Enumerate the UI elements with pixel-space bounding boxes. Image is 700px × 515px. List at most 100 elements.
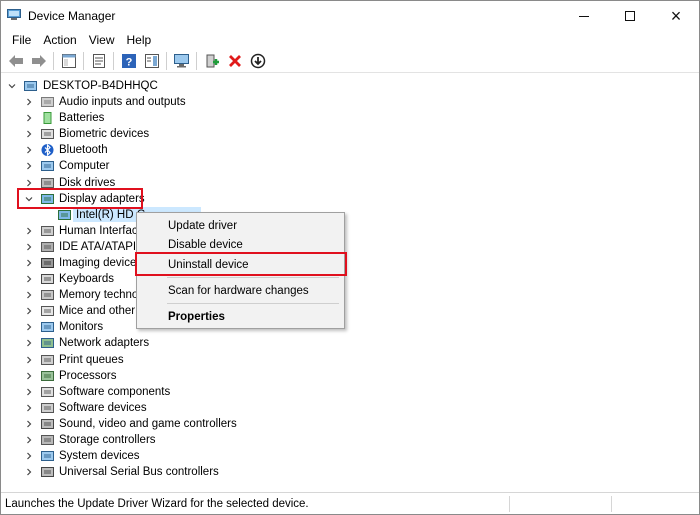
- update-driver-button[interactable]: [247, 51, 268, 71]
- tree-item-label: DESKTOP-B4DHHQC: [43, 80, 158, 92]
- help-button[interactable]: ?: [118, 51, 139, 71]
- monitor-icon: [41, 322, 54, 332]
- camera-icon: [41, 258, 54, 268]
- menu-disable-device[interactable]: Disable device: [168, 238, 243, 252]
- chevron-right-icon[interactable]: [24, 352, 34, 368]
- memory-icon: [41, 290, 54, 300]
- tree-item-universal-serial-bus-controllers[interactable]: Universal Serial Bus controllers: [1, 464, 691, 480]
- chevron-right-icon[interactable]: [24, 335, 34, 351]
- chevron-right-icon[interactable]: [24, 319, 34, 335]
- chevron-right-icon[interactable]: [24, 142, 34, 158]
- tree-item-label: Software devices: [59, 402, 147, 414]
- chevron-right-icon[interactable]: [24, 464, 34, 480]
- tree-item-network-adapters[interactable]: Network adapters: [1, 335, 691, 351]
- tree-item-batteries[interactable]: Batteries: [1, 110, 691, 126]
- chevron-right-icon[interactable]: [24, 303, 34, 319]
- tree-item-human-interface[interactable]: Human Interface: [1, 223, 691, 239]
- chevron-right-icon[interactable]: [24, 384, 34, 400]
- properties-panel-button[interactable]: [58, 51, 79, 71]
- chevron-right-icon[interactable]: [24, 110, 34, 126]
- uninstall-x-icon: [228, 54, 241, 67]
- menu-action[interactable]: Action: [37, 31, 82, 49]
- minimize-button[interactable]: [561, 1, 607, 31]
- chevron-right-icon[interactable]: [24, 94, 34, 110]
- mouse-icon: [41, 306, 54, 316]
- scan-hardware-button[interactable]: [171, 51, 192, 71]
- system-device-icon: [41, 451, 54, 461]
- tree-item-mice-and-other-p[interactable]: Mice and other p: [1, 303, 691, 319]
- tree-item-sound-video-and-game-controllers[interactable]: Sound, video and game controllers: [1, 416, 691, 432]
- display-adapters-highlight: [17, 188, 143, 209]
- chevron-right-icon[interactable]: [24, 432, 34, 448]
- svg-text:?: ?: [125, 56, 132, 68]
- tree-item-computer[interactable]: Computer: [1, 158, 691, 174]
- chevron-down-icon[interactable]: [7, 78, 17, 94]
- chevron-right-icon[interactable]: [24, 368, 34, 384]
- tree-item-label: Memory techno: [59, 289, 139, 301]
- ide-controller-icon: [41, 242, 54, 252]
- status-bar: Launches the Update Driver Wizard for th…: [1, 492, 699, 514]
- root-computer-icon: [24, 81, 37, 91]
- chevron-right-icon[interactable]: [24, 158, 34, 174]
- tree-item-label: Mice and other p: [59, 305, 145, 317]
- uninstall-device-highlight: [135, 252, 347, 276]
- tree-item-audio-inputs-and-outputs[interactable]: Audio inputs and outputs: [1, 94, 691, 110]
- tree-item-label: Sound, video and game controllers: [59, 418, 237, 430]
- forward-button[interactable]: [28, 51, 49, 71]
- tree-item-label: Biometric devices: [59, 128, 150, 140]
- tree-item-software-components[interactable]: Software components: [1, 384, 691, 400]
- chevron-right-icon[interactable]: [24, 255, 34, 271]
- add-driver-button[interactable]: [201, 51, 222, 71]
- toolbar-separator: [83, 51, 84, 70]
- tree-item-system-devices[interactable]: System devices: [1, 448, 691, 464]
- minimize-icon: [579, 15, 589, 17]
- tree-item-bluetooth[interactable]: Bluetooth: [1, 142, 691, 158]
- menu-properties[interactable]: Properties: [168, 310, 225, 324]
- menu-scan-hardware[interactable]: Scan for hardware changes: [168, 284, 309, 298]
- chevron-right-icon[interactable]: [24, 126, 34, 142]
- chevron-right-icon[interactable]: [24, 239, 34, 255]
- software-device-icon: [41, 403, 54, 413]
- tree-item-label: Storage controllers: [59, 434, 156, 446]
- tree-item-processors[interactable]: Processors: [1, 368, 691, 384]
- window-title: Device Manager: [28, 9, 116, 23]
- back-button[interactable]: [5, 51, 26, 71]
- printer-icon: [41, 355, 54, 365]
- menu-separator: [167, 277, 339, 278]
- uninstall-device-button[interactable]: [224, 51, 245, 71]
- menu-help[interactable]: Help: [121, 31, 158, 49]
- tree-item-memory-techno[interactable]: Memory techno: [1, 287, 691, 303]
- menu-bar: File Action View Help: [1, 31, 699, 49]
- device-tree: DESKTOP-B4DHHQC Audio inputs and outputs B…: [1, 75, 699, 491]
- toolbar: ?: [1, 49, 699, 73]
- chevron-right-icon[interactable]: [24, 271, 34, 287]
- tree-root[interactable]: DESKTOP-B4DHHQC: [1, 78, 691, 94]
- tree-item-biometric-devices[interactable]: Biometric devices: [1, 126, 691, 142]
- close-button[interactable]: ×: [653, 1, 699, 31]
- chevron-right-icon[interactable]: [24, 287, 34, 303]
- fingerprint-icon: [41, 129, 54, 139]
- tree-item-print-queues[interactable]: Print queues: [1, 352, 691, 368]
- tree-item-label: Software components: [59, 386, 171, 398]
- toolbar-separator: [113, 51, 114, 70]
- chevron-right-icon[interactable]: [24, 448, 34, 464]
- tree-item-label: Batteries: [59, 112, 105, 124]
- tree-item-monitors[interactable]: Monitors: [1, 319, 691, 335]
- chevron-right-icon[interactable]: [24, 400, 34, 416]
- add-driver-icon: [206, 54, 219, 67]
- tree-item-storage-controllers[interactable]: Storage controllers: [1, 432, 691, 448]
- tree-item-software-devices[interactable]: Software devices: [1, 400, 691, 416]
- menu-file[interactable]: File: [6, 31, 37, 49]
- update-driver-down-icon: [250, 53, 265, 68]
- chevron-right-icon[interactable]: [24, 223, 34, 239]
- battery-icon: [43, 112, 52, 124]
- show-hide-tree-button[interactable]: [88, 51, 109, 71]
- tree-item-intel-hd-graphics[interactable]: Intel(R) HD G: [1, 207, 691, 223]
- menu-update-driver[interactable]: Update driver: [168, 219, 237, 233]
- menu-view[interactable]: View: [83, 31, 121, 49]
- tree-item-label: IDE ATA/ATAPI c: [59, 241, 146, 253]
- chevron-right-icon[interactable]: [24, 416, 34, 432]
- maximize-button[interactable]: [607, 1, 653, 31]
- display-adapter-icon: [58, 210, 71, 220]
- action-pane-button[interactable]: [141, 51, 162, 71]
